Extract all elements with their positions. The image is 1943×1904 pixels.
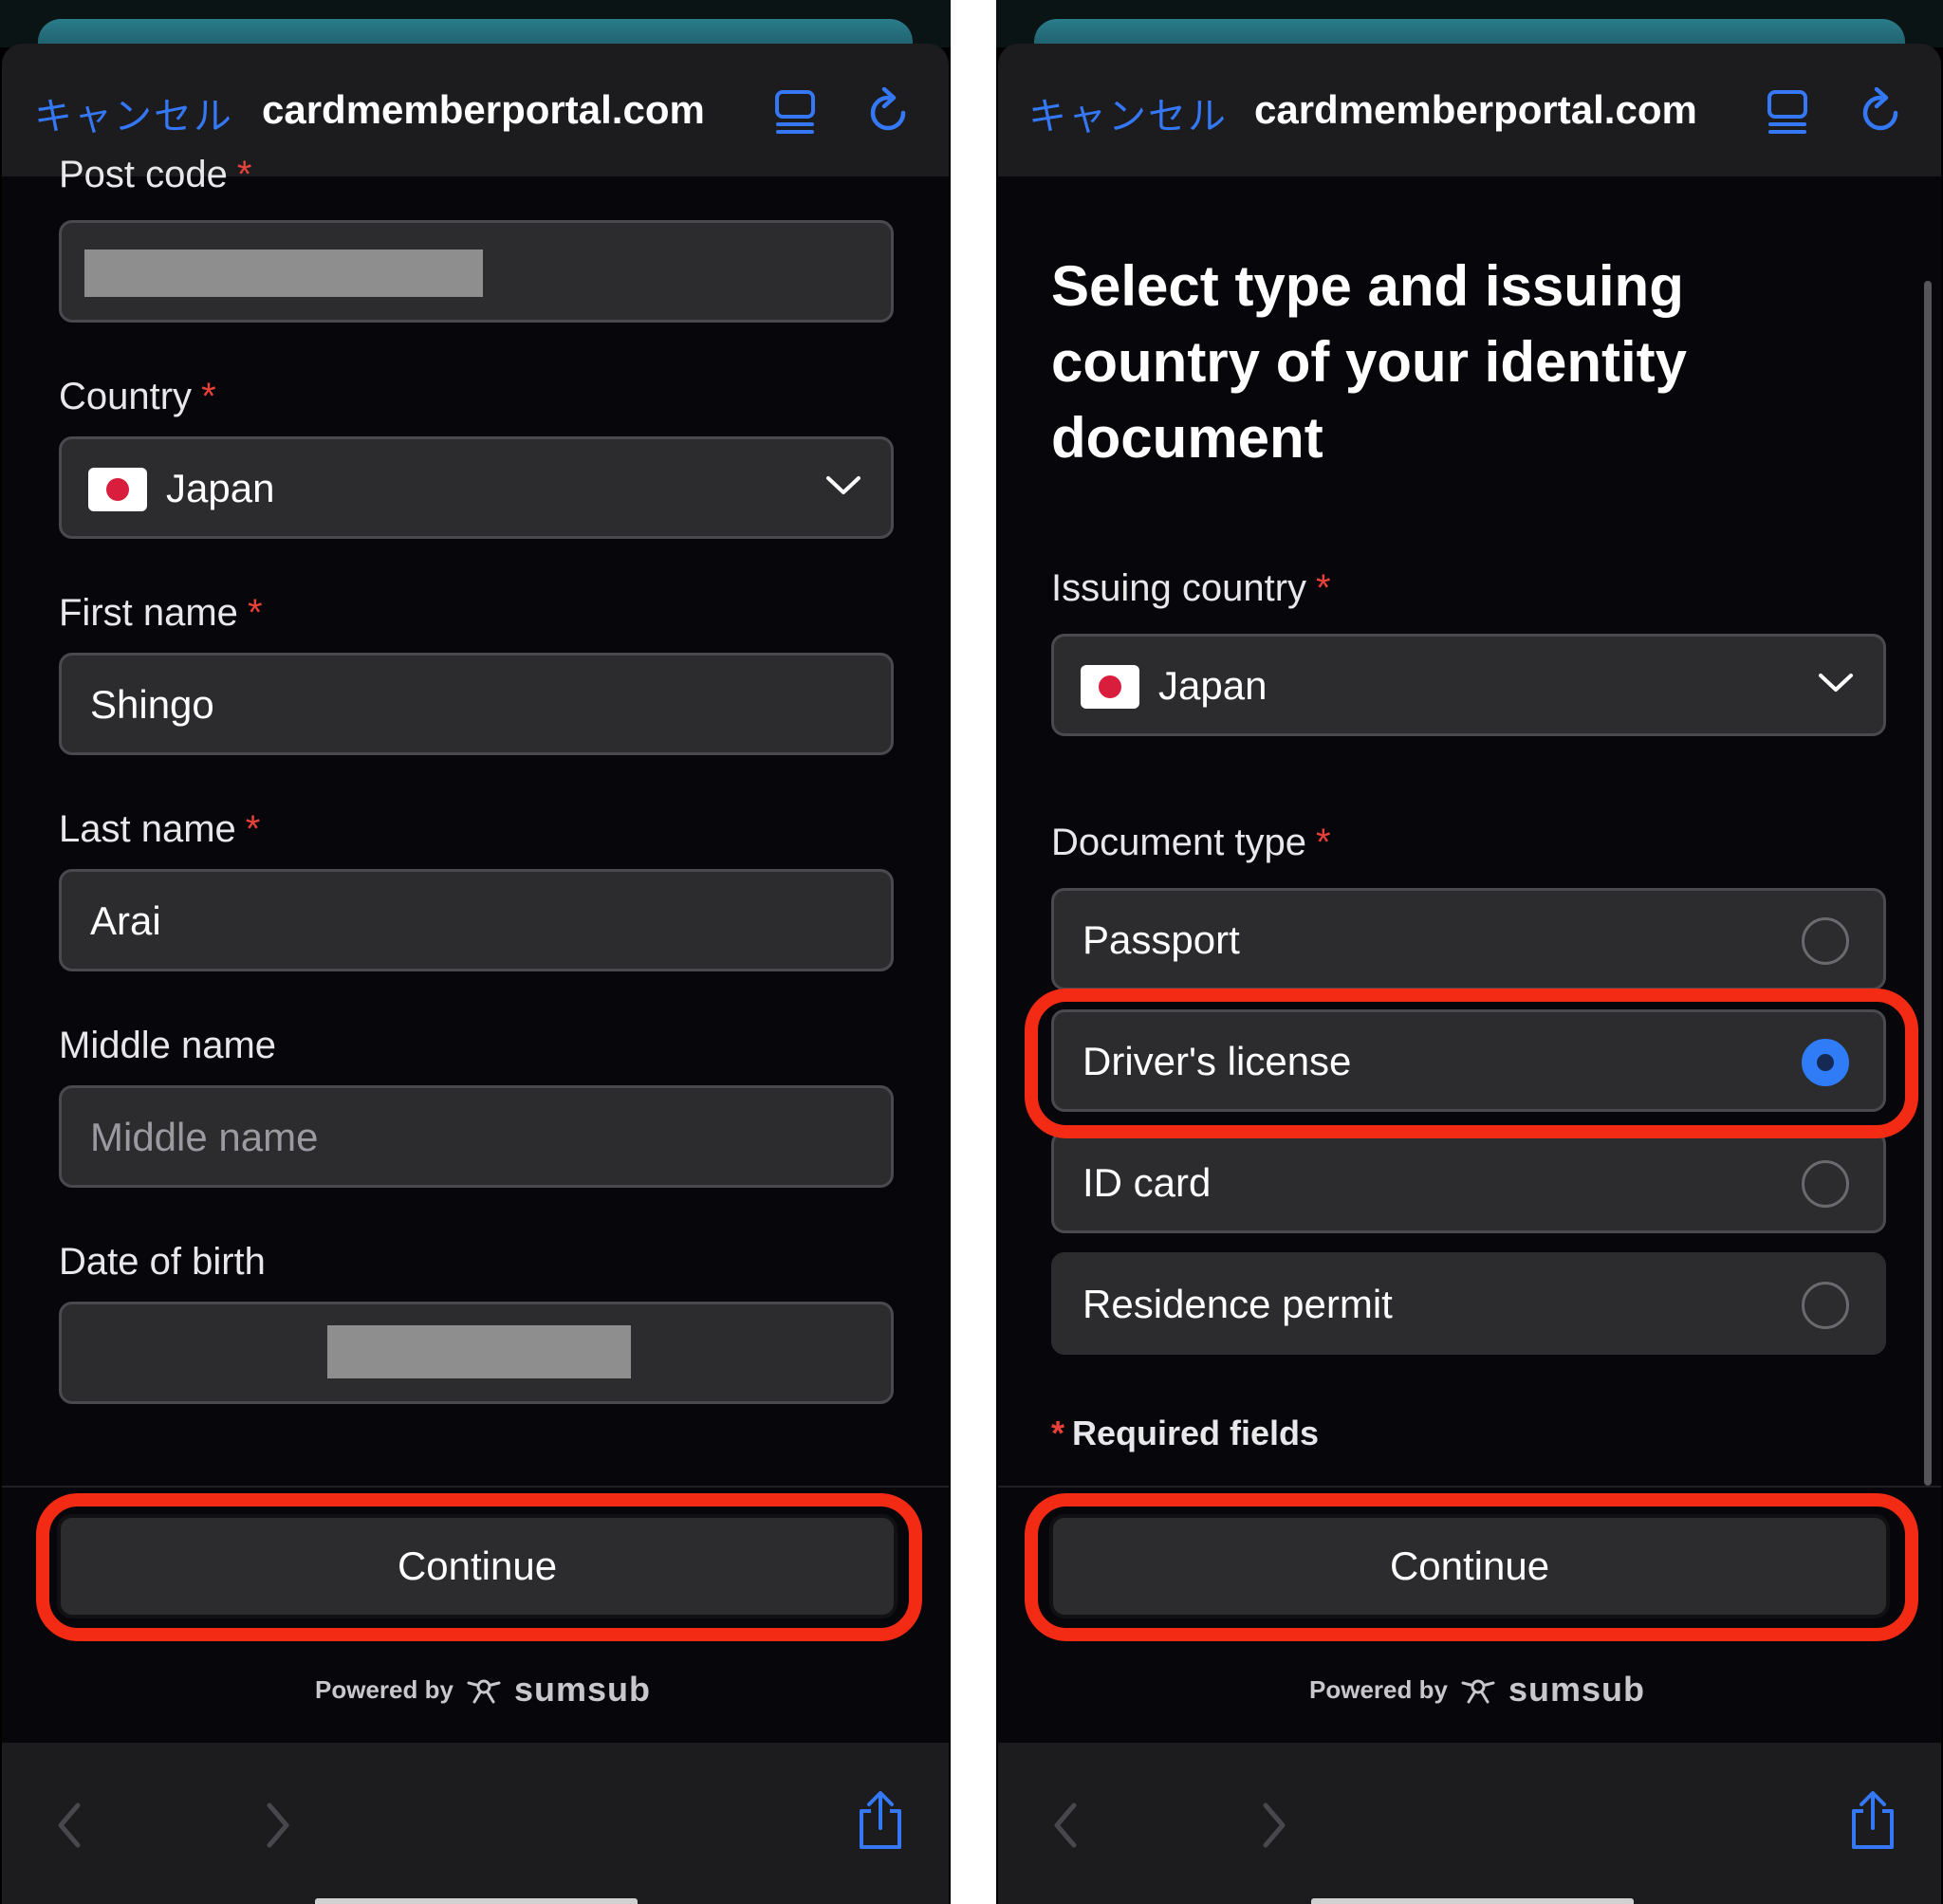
dob-label-text: Date of birth [59,1241,266,1283]
document-type-label: Document type * [1051,822,1331,864]
sumsub-logo-icon [467,1679,501,1704]
cancel-button[interactable]: キャンセル [1028,85,1228,140]
continue-button[interactable]: Continue [1049,1514,1890,1618]
required-asterisk: * [201,376,216,417]
radio-button[interactable] [1802,1160,1849,1208]
forward-icon[interactable] [264,1802,292,1849]
first-name-label: First name * [59,592,263,635]
cancel-button[interactable]: キャンセル [34,85,233,140]
sumsub-brand: sumsub [513,1670,651,1709]
left-screen: キャンセル cardmemberportal.com Post code * Co… [0,0,951,1904]
reader-icon[interactable] [1767,89,1808,135]
required-asterisk: * [236,154,252,195]
japan-flag-icon [88,468,147,511]
url-display[interactable]: cardmemberportal.com [262,87,705,133]
option-label: Residence permit [1083,1282,1393,1326]
document-type-label-text: Document type [1051,822,1307,863]
reader-icon[interactable] [774,89,816,135]
home-indicator [1311,1898,1634,1904]
required-asterisk: * [245,808,261,850]
forward-icon[interactable] [1260,1802,1288,1849]
last-name-value: Arai [90,898,161,943]
top-strip [0,0,951,57]
share-icon[interactable] [1848,1790,1897,1851]
browser-toolbar [998,1743,1941,1904]
required-asterisk: * [1316,567,1331,609]
reload-icon[interactable] [1858,87,1903,135]
radio-button[interactable] [1802,1282,1849,1329]
redacted-post-code [84,250,483,297]
post-code-label: Post code * [59,154,251,196]
powered-by-text: Powered by [315,1674,453,1704]
country-label-text: Country [59,376,193,417]
redacted-dob [327,1325,631,1378]
dob-field[interactable] [59,1302,894,1404]
sumsub-logo-icon [1461,1679,1495,1704]
reload-icon[interactable] [865,87,911,135]
option-passport[interactable]: Passport [1051,888,1886,990]
issuing-country-value: Japan [1158,663,1268,708]
dob-label: Date of birth [59,1241,266,1284]
japan-flag-icon [1081,665,1139,709]
chevron-down-icon [1819,674,1853,692]
radio-button[interactable] [1802,917,1849,965]
powered-by: Powered by sumsub [1309,1670,1645,1710]
powered-by-text: Powered by [1309,1674,1448,1704]
required-asterisk: * [247,592,263,634]
country-select[interactable]: Japan [59,436,894,539]
back-icon[interactable] [55,1802,83,1849]
country-value: Japan [166,466,275,510]
option-id-card[interactable]: ID card [1051,1131,1886,1233]
url-display[interactable]: cardmemberportal.com [1254,87,1697,133]
last-name-label: Last name * [59,808,260,851]
middle-name-field[interactable]: Middle name [59,1085,894,1188]
country-label: Country * [59,376,216,418]
top-strip [996,0,1943,57]
issuing-country-select[interactable]: Japan [1051,634,1886,736]
middle-name-placeholder: Middle name [90,1115,319,1159]
issuing-country-label-text: Issuing country [1051,567,1307,609]
last-name-label-text: Last name [59,808,236,850]
footer-separator [998,1486,1941,1488]
option-label: Passport [1083,917,1240,962]
browser-sheet: キャンセル cardmemberportal.com Select type a… [998,44,1941,1904]
scrollbar[interactable] [1924,281,1932,1486]
required-asterisk: * [1316,822,1331,863]
browser-sheet: キャンセル cardmemberportal.com Post code * Co… [2,44,949,1904]
required-note-text: Required fields [1072,1414,1320,1452]
browser-bar: キャンセル cardmemberportal.com [998,44,1941,176]
issuing-country-label: Issuing country * [1051,567,1331,610]
browser-toolbar [2,1743,949,1904]
required-fields-note: * Required fields [1051,1414,1319,1453]
post-code-field[interactable] [59,220,894,323]
home-indicator [315,1898,638,1904]
required-asterisk: * [1051,1414,1065,1452]
first-name-field[interactable]: Shingo [59,653,894,755]
right-screen: キャンセル cardmemberportal.com Select type a… [996,0,1943,1904]
powered-by: Powered by sumsub [315,1670,651,1710]
share-icon[interactable] [856,1790,905,1851]
back-icon[interactable] [1051,1802,1080,1849]
sumsub-brand: sumsub [1508,1670,1645,1709]
post-code-label-text: Post code [59,154,228,195]
middle-name-label: Middle name [59,1025,276,1067]
continue-button[interactable]: Continue [57,1514,897,1618]
highlight-box [1025,989,1918,1138]
last-name-field[interactable]: Arai [59,869,894,971]
middle-name-label-text: Middle name [59,1025,277,1066]
first-name-value: Shingo [90,682,214,727]
option-label: ID card [1083,1160,1212,1205]
option-residence-permit[interactable]: Residence permit [1051,1252,1886,1355]
page-title: Select type and issuing country of your … [1051,254,1688,470]
first-name-label-text: First name [59,592,238,634]
chevron-down-icon [826,476,860,494]
footer-separator [2,1486,949,1488]
